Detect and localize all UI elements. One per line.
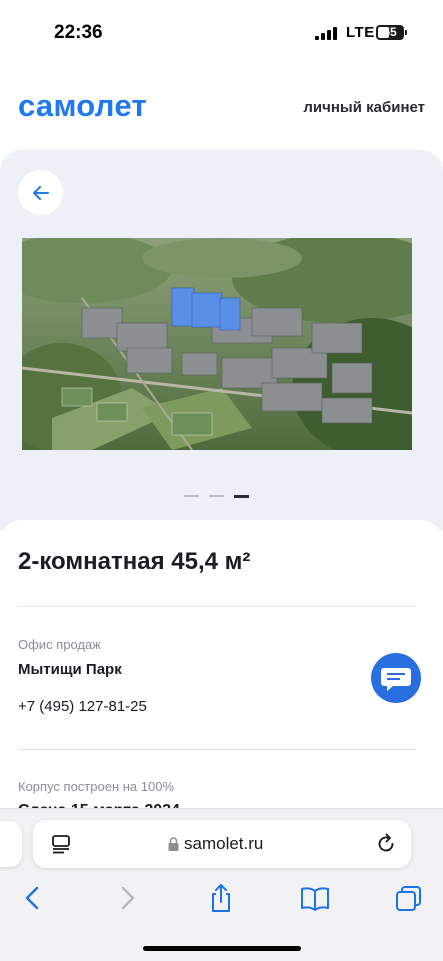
- site-header: самолет личный кабинет: [0, 62, 443, 152]
- divider: [18, 606, 416, 607]
- samolet-logo[interactable]: самолет: [18, 88, 147, 124]
- pagination-dot[interactable]: [209, 495, 224, 497]
- residential-complex-render[interactable]: [22, 238, 412, 450]
- forward-arrow-icon[interactable]: [110, 881, 144, 915]
- battery-level: 55: [383, 25, 397, 39]
- network-type: LTE: [346, 24, 375, 41]
- cellular-signal-icon: [315, 27, 339, 40]
- tabs-icon[interactable]: [392, 881, 426, 915]
- share-icon[interactable]: [204, 881, 238, 915]
- bookmarks-icon[interactable]: [298, 881, 332, 915]
- status-bar: 22:36 LTE 55: [0, 0, 443, 62]
- back-arrow-icon[interactable]: [16, 881, 50, 915]
- previous-tab-preview[interactable]: [0, 821, 22, 867]
- apartment-title: 2-комнатная 45,4 м²: [18, 548, 251, 575]
- status-time: 22:36: [54, 22, 103, 43]
- sales-office-phone[interactable]: +7 (495) 127-81-25: [18, 698, 147, 715]
- sales-office-name: Мытищи Парк: [18, 661, 122, 678]
- lock-icon: [168, 837, 179, 851]
- gallery-pagination: [184, 494, 254, 498]
- sales-office-label: Офис продаж: [18, 637, 101, 652]
- address-bar[interactable]: samolet.ru: [33, 820, 411, 868]
- back-button[interactable]: [18, 170, 63, 215]
- browser-toolbar: samolet.ru: [0, 808, 443, 961]
- pagination-dot-active[interactable]: [234, 494, 249, 498]
- chat-button[interactable]: [371, 653, 421, 703]
- battery-icon: 55: [376, 25, 404, 40]
- pagination-dot[interactable]: [184, 495, 199, 497]
- photo-gallery: [0, 150, 443, 530]
- chat-bubble-icon: [381, 668, 411, 691]
- battery-cap: [405, 30, 407, 35]
- url-text[interactable]: samolet.ru: [184, 834, 263, 854]
- page-menu-icon[interactable]: [50, 834, 72, 854]
- personal-cabinet-link[interactable]: личный кабинет: [303, 99, 425, 116]
- reload-icon[interactable]: [374, 832, 398, 856]
- home-indicator: [143, 946, 301, 951]
- arrow-left-icon: [32, 185, 49, 200]
- divider: [18, 749, 416, 750]
- apartment-info-card: 2-комнатная 45,4 м² Офис продаж Мытищи П…: [0, 520, 443, 820]
- build-status-label: Корпус построен на 100%: [18, 779, 175, 794]
